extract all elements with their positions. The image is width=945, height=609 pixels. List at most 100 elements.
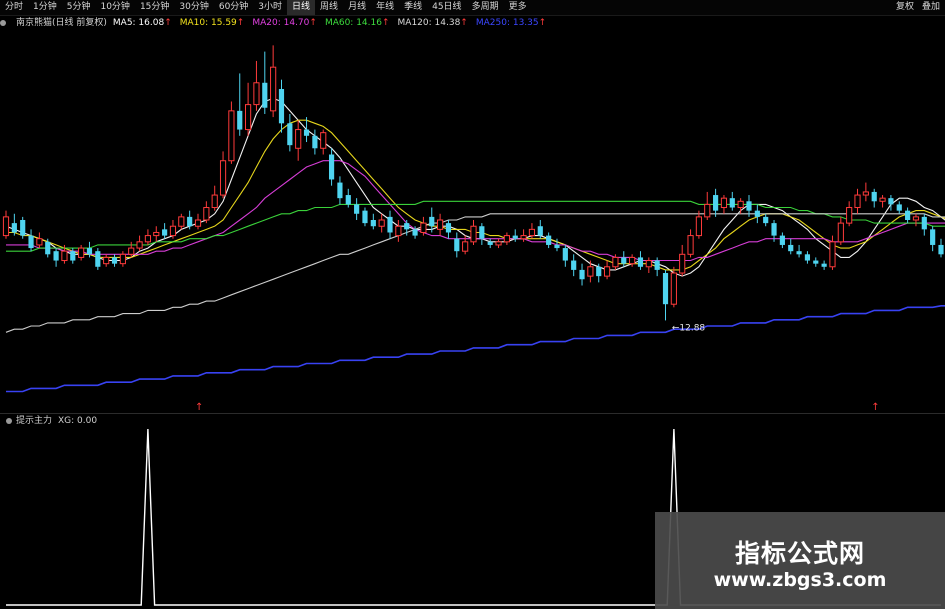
candle-body: [2, 216, 10, 237]
period-tab[interactable]: 15分钟: [135, 0, 174, 15]
period-tab[interactable]: 周线: [315, 0, 343, 15]
candle-body: [45, 241, 51, 255]
candle-body: [720, 197, 728, 209]
watermark-title: 指标公式网: [734, 539, 865, 568]
candle-body: [771, 223, 777, 236]
ma-legend-item: MA10: 15.59↑: [180, 16, 245, 30]
candle-body: [445, 223, 452, 233]
buy-signal-marker: ↑: [871, 402, 879, 412]
up-arrow-icon: ↑: [164, 18, 172, 28]
up-arrow-icon: ↑: [381, 18, 390, 28]
candle-body: [378, 219, 385, 227]
period-tab[interactable]: 多周期: [467, 0, 504, 15]
ma-legend-item: MA60: 14.16↑: [325, 16, 390, 30]
stock-title: 南京熊猫(日线 前复权): [16, 18, 107, 28]
candle-body: [136, 241, 143, 249]
ma-line-ma10: [6, 119, 945, 271]
candle-body: [587, 266, 594, 277]
ma-legend-item: MA250: 13.35↑: [476, 16, 546, 30]
candle-body: [228, 110, 235, 162]
candle-body: [679, 253, 686, 274]
ma-legend-label: MA10: 15.59: [179, 18, 237, 28]
candle-body: [345, 195, 351, 205]
period-tab[interactable]: 10分钟: [95, 0, 134, 15]
up-arrow-icon: ↑: [236, 18, 245, 28]
up-arrow-icon: ↑: [538, 18, 547, 28]
candle-body: [219, 160, 227, 196]
period-tab[interactable]: 月线: [343, 0, 371, 15]
period-tab[interactable]: 3小时: [253, 0, 287, 15]
candle-body: [362, 210, 368, 224]
period-tab[interactable]: 45日线: [427, 0, 466, 15]
candlestick-chart[interactable]: ←12.88 ↑ ↑: [0, 30, 945, 412]
candle-body: [128, 247, 135, 255]
candle-body: [821, 263, 827, 267]
candle-body: [320, 132, 327, 149]
candle-body: [930, 229, 936, 245]
ma-legend-label: MA20: 14.70: [252, 18, 310, 28]
overlay-button[interactable]: 叠加: [922, 0, 940, 15]
candle-body: [162, 229, 168, 236]
candle-body: [111, 257, 118, 264]
candle-body: [704, 203, 711, 218]
candle-body: [253, 82, 260, 106]
ma-legend-label: MA250: 13.35: [475, 18, 539, 28]
candle-body: [11, 223, 17, 233]
period-tab[interactable]: 年线: [371, 0, 399, 15]
period-tab[interactable]: 更多: [504, 0, 532, 15]
candle-body: [211, 194, 218, 209]
candle-body: [303, 129, 310, 136]
period-tab[interactable]: 30分钟: [174, 0, 213, 15]
period-tab[interactable]: 5分钟: [62, 0, 96, 15]
candle-body: [896, 204, 902, 211]
candle-body: [245, 104, 252, 131]
candle-body: [871, 191, 877, 202]
restore-rights-button[interactable]: 复权: [896, 0, 914, 15]
candle-body: [437, 219, 444, 230]
candle-body: [796, 251, 802, 255]
candle-body: [169, 225, 177, 237]
candle-body: [178, 216, 185, 227]
ma-legend-label: MA5: 16.08: [112, 18, 165, 28]
candle-body: [144, 235, 152, 243]
candle-body: [454, 238, 460, 252]
candle-body: [404, 223, 410, 230]
candle-body: [119, 253, 126, 265]
buy-signal-marker: ↑: [195, 402, 203, 412]
period-tab[interactable]: 分时: [0, 0, 28, 15]
indicator-name: 提示主力: [16, 416, 53, 426]
candle-body: [763, 216, 769, 224]
indicator-dot-icon[interactable]: [6, 418, 12, 424]
candle-body: [328, 154, 335, 180]
candle-body: [579, 269, 585, 280]
candle-body: [337, 182, 343, 199]
candle-body: [487, 241, 493, 245]
candle-body: [637, 257, 644, 267]
candle-body: [537, 226, 543, 236]
stock-chart-app: 分时 1分钟 5分钟 10分钟 15分钟 30分钟 60分钟 3小时 日线 周线 月线 年线 季线 45日…: [0, 0, 945, 609]
candle-body: [270, 66, 277, 112]
candle-body: [479, 226, 485, 239]
candle-body: [612, 256, 619, 268]
ma-legend: 南京熊猫(日线 前复权) MA5: 16.08↑ MA10: 15.59↑ MA20…: [0, 16, 554, 30]
candle-body: [520, 235, 527, 240]
candle-body: [571, 260, 577, 270]
candle-body: [779, 235, 785, 245]
candle-body: [70, 251, 76, 261]
candle-body: [528, 228, 536, 237]
candle-body: [503, 235, 510, 243]
ma-line-ma250: [6, 304, 945, 393]
period-tab[interactable]: 日线: [287, 0, 316, 15]
period-tab[interactable]: 60分钟: [214, 0, 253, 15]
period-tab[interactable]: 1分钟: [28, 0, 62, 15]
candle-body: [420, 222, 427, 233]
watermark-url: www.zbgs3.com: [713, 569, 887, 591]
candle-body: [546, 235, 552, 245]
period-tab[interactable]: 季线: [399, 0, 427, 15]
candle-body: [837, 222, 844, 243]
candle-body: [20, 220, 26, 236]
candle-body: [746, 201, 752, 211]
candle-body: [36, 238, 43, 246]
candle-body: [729, 198, 735, 208]
indicator-dot-icon[interactable]: [0, 20, 6, 26]
